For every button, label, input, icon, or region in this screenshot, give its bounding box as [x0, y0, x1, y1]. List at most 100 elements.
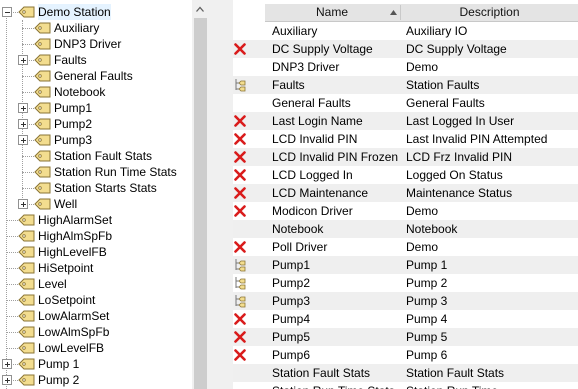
grid-header: Name Description	[265, 4, 578, 22]
tag-icon	[18, 278, 35, 290]
tree-node[interactable]: Auxiliary	[0, 20, 192, 36]
tree-node-label: LoSetpoint	[38, 293, 96, 307]
tree-node[interactable]: Pump 2	[0, 372, 192, 388]
table-row[interactable]: Pump5 Pump 5	[233, 328, 578, 346]
table-row[interactable]: General Faults General Faults	[233, 94, 578, 112]
tag-group-icon	[235, 259, 246, 272]
tag-icon	[18, 310, 35, 322]
cell-name: DNP3 Driver	[272, 60, 340, 74]
tree-node[interactable]: Pump3	[0, 132, 192, 148]
tree-node[interactable]: Demo Station	[0, 4, 192, 20]
table-row[interactable]: Pump3 Pump 3	[233, 292, 578, 310]
expand-plus-icon[interactable]	[2, 375, 12, 385]
tree-node[interactable]: HighAlarmSet	[0, 212, 192, 228]
cell-name: Auxiliary	[272, 24, 318, 38]
tree-view[interactable]: Demo Station Auxiliary DNP3 Driver Faults Ge…	[0, 0, 192, 389]
table-row[interactable]: LCD Invalid PIN Last Invalid PIN Attempte…	[233, 130, 578, 148]
tree-node-label: Station Starts Stats	[54, 181, 157, 195]
tree-connector-line	[22, 76, 34, 77]
expand-plus-icon[interactable]	[2, 359, 12, 369]
table-row[interactable]: Last Login Name Last Logged In User	[233, 112, 578, 130]
cell-description: General Faults	[406, 96, 485, 110]
table-row[interactable]: Auxiliary Auxiliary IO	[233, 22, 578, 40]
column-header-name[interactable]: Name	[265, 4, 399, 21]
cell-description: DC Supply Voltage	[406, 42, 507, 56]
cell-name: Poll Driver	[272, 240, 328, 254]
table-row[interactable]: Pump6 Pump 6	[233, 346, 578, 364]
tree-node[interactable]: Well	[0, 196, 192, 212]
expand-plus-icon[interactable]	[18, 199, 28, 209]
tree-node[interactable]: HiSetpoint	[0, 260, 192, 276]
tree-node[interactable]: HighAlmSpFb	[0, 228, 192, 244]
tree-node[interactable]: Pump2	[0, 116, 192, 132]
tree-node[interactable]: LoSetpoint	[0, 292, 192, 308]
red-x-icon	[234, 313, 246, 325]
tree-node[interactable]: Station Starts Stats	[0, 180, 192, 196]
table-row[interactable]: Faults Station Faults	[233, 76, 578, 94]
tree-node[interactable]: Level	[0, 276, 192, 292]
tree-node[interactable]: HighLevelFB	[0, 244, 192, 260]
table-row[interactable]: Pump4 Pump 4	[233, 310, 578, 328]
tree-node-label: Pump2	[54, 117, 93, 131]
tag-group-icon	[235, 295, 246, 308]
cell-description: Last Logged In User	[406, 114, 515, 128]
tree-node[interactable]: LowLevelFB	[0, 340, 192, 356]
red-x-icon	[234, 151, 246, 163]
collapse-minus-icon[interactable]	[2, 7, 12, 17]
expand-plus-icon[interactable]	[18, 135, 28, 145]
scrollbar-thumb[interactable]	[194, 18, 207, 389]
tree-node-label: Station Fault Stats	[54, 149, 153, 163]
tag-icon	[18, 326, 35, 338]
tree-node[interactable]: General Faults	[0, 68, 192, 84]
tree-node-label: HighAlmSpFb	[38, 229, 113, 243]
table-row[interactable]: DC Supply Voltage DC Supply Voltage	[233, 40, 578, 58]
table-row[interactable]: Station Run Time Stats Station Run Time	[233, 382, 578, 389]
expand-plus-icon[interactable]	[18, 55, 28, 65]
tag-icon	[18, 358, 35, 370]
expand-plus-icon[interactable]	[18, 103, 28, 113]
tag-icon	[34, 22, 51, 34]
table-row[interactable]: Notebook Notebook	[233, 220, 578, 238]
red-x-icon	[234, 115, 246, 127]
tree-connector-line	[6, 284, 18, 285]
table-row[interactable]: Poll Driver Demo	[233, 238, 578, 256]
scroll-up-arrow-icon[interactable]	[196, 6, 204, 12]
table-row[interactable]: DNP3 Driver Demo	[233, 58, 578, 76]
table-row[interactable]: LCD Maintenance Maintenance Status	[233, 184, 578, 202]
tree-node[interactable]: LowAlmSpFb	[0, 324, 192, 340]
cell-description: Notebook	[406, 222, 458, 236]
tree-scrollbar[interactable]	[192, 0, 209, 389]
cell-description: Auxiliary IO	[406, 24, 468, 38]
tag-icon	[34, 86, 51, 98]
table-row[interactable]: Pump2 Pump 2	[233, 274, 578, 292]
cell-description: Pump 3	[406, 294, 448, 308]
tree-node[interactable]: LowAlarmSet	[0, 308, 192, 324]
cell-description: Station Fault Stats	[406, 366, 505, 380]
pane-splitter[interactable]	[209, 0, 233, 389]
column-header-name-label: Name	[315, 5, 348, 19]
tag-icon	[18, 6, 35, 18]
tree-node[interactable]: Pump1	[0, 100, 192, 116]
tree-node[interactable]: Faults	[0, 52, 192, 68]
red-x-icon	[234, 331, 246, 343]
column-header-description[interactable]: Description	[401, 4, 578, 21]
red-x-icon	[234, 205, 246, 217]
table-row[interactable]: Modicon Driver Demo	[233, 202, 578, 220]
tag-icon	[18, 246, 35, 258]
table-row[interactable]: Pump1 Pump 1	[233, 256, 578, 274]
table-row[interactable]: LCD Logged In Logged On Status	[233, 166, 578, 184]
table-row[interactable]: LCD Invalid PIN Frozen LCD Frz Invalid PI…	[233, 148, 578, 166]
red-x-icon	[234, 187, 246, 199]
tree-node[interactable]: Station Run Time Stats	[0, 164, 192, 180]
tree-node[interactable]: Station Fault Stats	[0, 148, 192, 164]
tree-node[interactable]: Notebook	[0, 84, 192, 100]
cell-name: Station Run Time Stats	[272, 382, 395, 389]
tree-node[interactable]: Pump 1	[0, 356, 192, 372]
tree-node[interactable]: DNP3 Driver	[0, 36, 192, 52]
tag-icon	[34, 54, 51, 66]
expand-plus-icon[interactable]	[18, 119, 28, 129]
tag-icon	[34, 134, 51, 146]
tree-node-label: LowLevelFB	[38, 341, 105, 355]
table-row[interactable]: Station Fault Stats Station Fault Stats	[233, 364, 578, 382]
tree-node-label: Pump 2	[38, 373, 80, 387]
